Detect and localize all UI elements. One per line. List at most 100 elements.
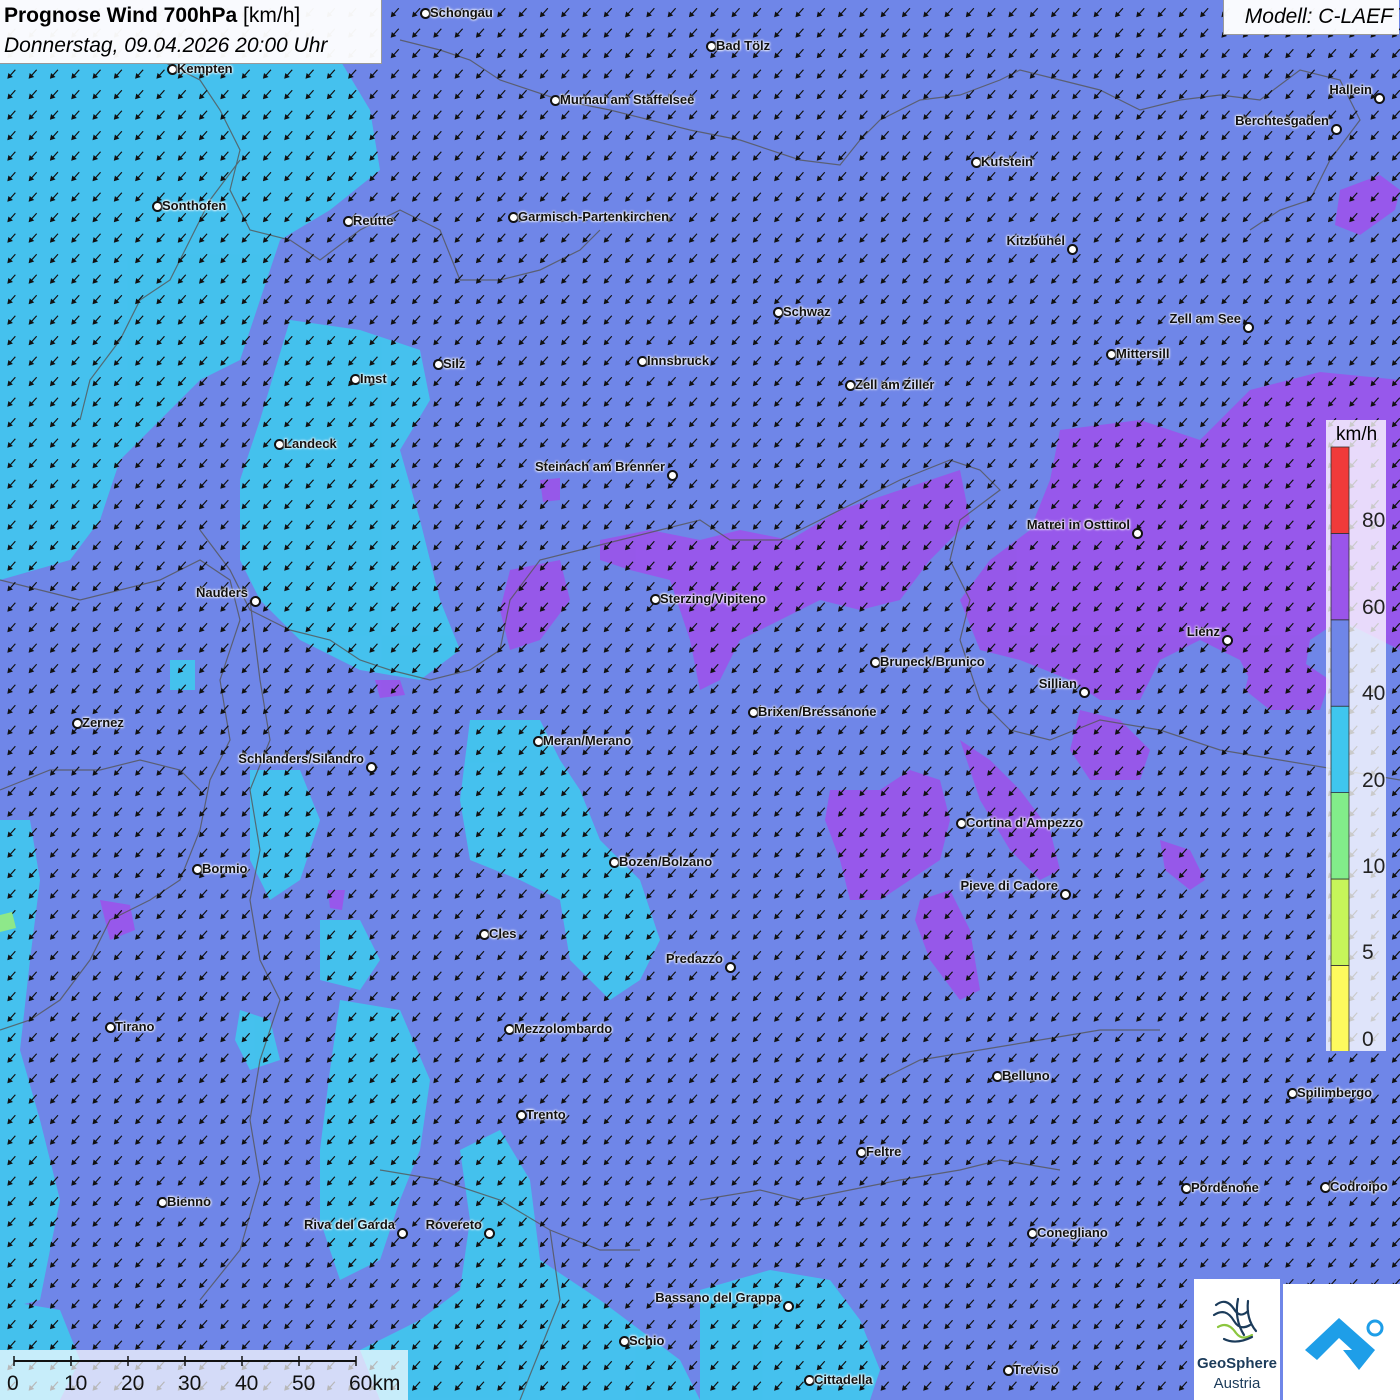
city-label: Pordenone: [1191, 1180, 1259, 1195]
city-label: Lienz: [1186, 624, 1220, 639]
city-label: Bozen/Bolzano: [619, 854, 713, 869]
city-label: Trento: [526, 1107, 566, 1122]
legend-tick-label: 5: [1362, 941, 1374, 965]
title-main: Prognose Wind 700hPa: [4, 4, 238, 27]
city-label: Berchtesgaden: [1235, 113, 1329, 128]
legend-band: [1330, 878, 1350, 966]
city-label: Sillian: [1038, 676, 1077, 691]
city-label: Predazzo: [665, 951, 723, 966]
forecast-date: Donnerstag, 09.04.2026 20:00 Uhr: [4, 34, 328, 57]
city-dot-icon: [1331, 124, 1342, 135]
scale-label: 60km: [349, 1372, 401, 1395]
title-unit: [km/h]: [237, 4, 301, 27]
city-label: Matrei in Osttirol: [1026, 517, 1130, 532]
city-label: Riva del Garda: [303, 1217, 395, 1232]
city-dot-icon: [1132, 528, 1143, 539]
legend-tick-label: 10: [1362, 855, 1386, 878]
city-dot-icon: [484, 1228, 495, 1239]
city-label: Steinach am Brenner: [534, 459, 665, 474]
city-label: Zell am Ziller: [855, 377, 935, 392]
legend-band: [1330, 446, 1350, 534]
city-dot-icon: [1374, 93, 1385, 104]
city-label: Imst: [360, 371, 387, 386]
wetter-app-logo: [1283, 1284, 1400, 1400]
city-label: Silz: [443, 356, 466, 371]
legend-tick-label: 20: [1362, 768, 1386, 792]
legend-band: [1330, 619, 1350, 707]
city-label: Hallein: [1329, 82, 1372, 97]
legend-tick-label: 60: [1362, 595, 1386, 619]
city-dot-icon: [1067, 244, 1078, 255]
color-legend: km/h 0 5 10 20 40 60 80: [1326, 420, 1386, 1051]
city-label: Kitzbühel: [1006, 233, 1066, 248]
city-dot-icon: [1060, 889, 1071, 900]
city-dot-icon: [1079, 687, 1090, 698]
model-name: Modell: C-LAEF: [1244, 5, 1393, 28]
city-label: Belluno: [1002, 1068, 1050, 1083]
city-label: Pieve di Cadore: [960, 878, 1058, 893]
city-label: Landeck: [284, 436, 337, 451]
city-dot-icon: [667, 470, 678, 481]
city-label: Feltre: [866, 1144, 902, 1159]
city-label: Mezzolombardo: [514, 1021, 613, 1036]
city-label: Sterzing/Vipiteno: [660, 591, 766, 606]
city-label: Meran/Merano: [543, 733, 632, 748]
city-label: Schio: [629, 1333, 665, 1348]
legend-tick-label: 80: [1362, 509, 1386, 533]
scale-label: 0: [7, 1372, 19, 1395]
legend-band: [1330, 705, 1350, 794]
city-label: Reutte: [353, 213, 394, 228]
city-label: Innsbruck: [647, 353, 710, 368]
page-title: Prognose Wind 700hPa [km/h]: [4, 4, 300, 28]
app-logo-icon: [1305, 1318, 1384, 1370]
city-dot-icon: [366, 762, 377, 773]
city-dot-icon: [1222, 635, 1233, 646]
city-label: Bormio: [202, 861, 248, 876]
logo-geosphere-text: GeoSphere: [1196, 1355, 1278, 1372]
city-label: Tirano: [115, 1019, 155, 1034]
city-label: Rovereto: [425, 1217, 482, 1232]
scale-bar: 0 10 20 30 40 50 60km: [0, 1350, 408, 1400]
city-dot-icon: [725, 962, 736, 973]
city-label: Murnau am Staffelsee: [560, 92, 695, 107]
legend-band: [1330, 792, 1350, 880]
city-label: Zernez: [82, 715, 124, 730]
city-label: Sonthofen: [162, 198, 227, 213]
legend-tick-label: 0: [1362, 1027, 1374, 1051]
city-label: Brixen/Bressanone: [758, 704, 877, 719]
scale-label: 20: [121, 1372, 145, 1395]
scale-label: 30: [178, 1372, 202, 1395]
city-label: Conegliano: [1037, 1225, 1108, 1240]
city-label: Treviso: [1013, 1362, 1059, 1377]
city-label: Bruneck/Brunico: [880, 654, 985, 669]
city-label: Zell am See: [1169, 311, 1241, 326]
city-dot-icon: [1243, 322, 1254, 333]
city-label: Schlanders/Silandro: [238, 751, 364, 766]
city-label: Garmisch-Partenkirchen: [518, 209, 670, 224]
high-wind-area: [375, 680, 405, 698]
city-label: Bad Tölz: [716, 38, 771, 53]
legend-tick-label: 40: [1362, 682, 1386, 706]
legend-band: [1330, 965, 1350, 1051]
low-wind-area: [170, 660, 195, 690]
geosphere-logo: GeoSphere Austria: [1194, 1279, 1280, 1400]
city-label: Bassano del Grappa: [655, 1290, 781, 1305]
city-label: Kufstein: [981, 154, 1033, 169]
city-dot-icon: [783, 1301, 794, 1312]
model-box: Modell: C-LAEF: [1223, 0, 1399, 35]
city-label: Schwaz: [783, 304, 831, 319]
title-box: Prognose Wind 700hPa [km/h] Donnerstag, …: [0, 0, 382, 64]
logo-austria-text: Austria: [1213, 1375, 1261, 1392]
high-wind-area: [540, 478, 560, 502]
scale-label: 40: [235, 1372, 259, 1395]
city-label: Nauders: [195, 585, 248, 600]
scale-label: 10: [64, 1372, 88, 1395]
geosphere-logo-mark: [1212, 1297, 1258, 1343]
scale-label: 50: [292, 1372, 316, 1395]
city-label: Bienno: [167, 1194, 212, 1209]
city-dot-icon: [250, 596, 261, 607]
city-label: Cortina d'Ampezzo: [966, 815, 1084, 830]
city-label: Mittersill: [1116, 346, 1170, 361]
city-label: Spilimbergo: [1297, 1085, 1373, 1100]
city-label: Codroipo: [1330, 1179, 1388, 1194]
